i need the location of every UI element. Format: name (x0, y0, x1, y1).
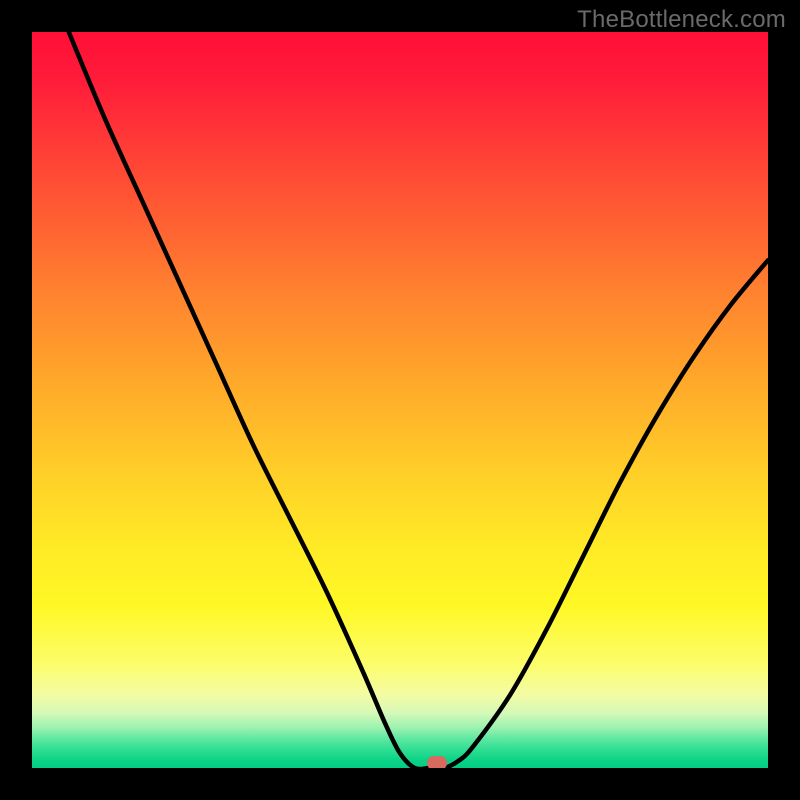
plot-area (32, 32, 768, 768)
chart-frame: TheBottleneck.com (0, 0, 800, 800)
minimum-marker (427, 756, 447, 768)
watermark-text: TheBottleneck.com (577, 6, 786, 34)
bottleneck-curve (32, 32, 768, 768)
